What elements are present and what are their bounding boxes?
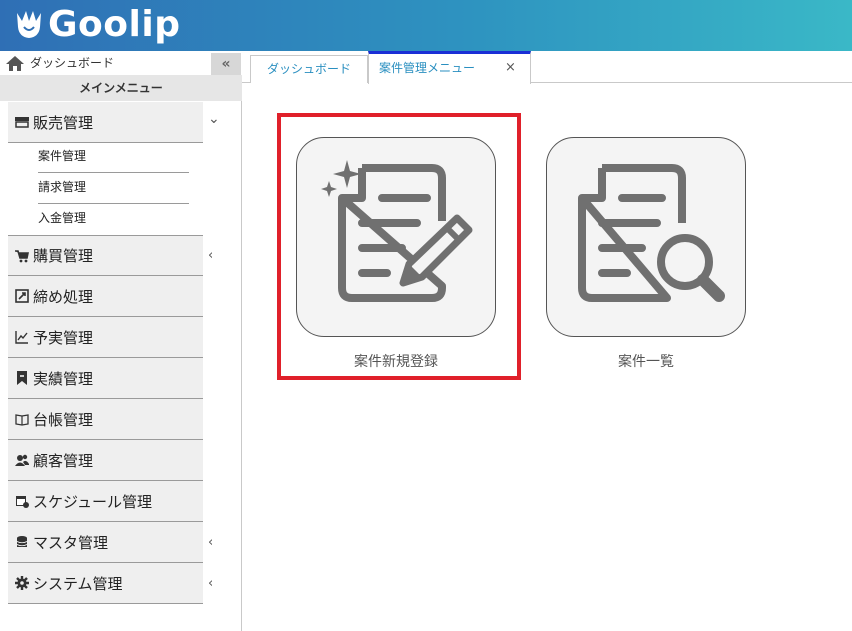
home-icon (6, 56, 24, 71)
sidebar-item-purchasing[interactable]: 購買管理 (8, 235, 203, 276)
sidebar-item-label: システム管理 (33, 574, 123, 593)
case-list-icon (578, 164, 725, 302)
sidebar-item-master[interactable]: マスタ管理 (8, 522, 203, 563)
sidebar-item-system[interactable]: システム管理 (8, 563, 203, 604)
chevron-down-icon: ⌄ (208, 111, 220, 127)
users-icon (15, 454, 29, 466)
sidebar-item-label: 台帳管理 (33, 410, 94, 429)
case-list-card[interactable] (546, 137, 746, 337)
chevron-left-icon: ‹ (208, 248, 214, 263)
sidebar-item-customers[interactable]: 顧客管理 (8, 440, 203, 481)
close-icon[interactable]: × (505, 54, 516, 82)
sidebar: ダッシュボード « メインメニュー 販売管理 ⌄ 案件管理 請求管理 入金管理 … (0, 51, 242, 631)
main-menu-heading: メインメニュー (0, 75, 242, 101)
cart-icon (15, 249, 29, 262)
chart-icon (15, 331, 28, 344)
tulip-logo-icon (17, 11, 41, 38)
tab-dashboard[interactable]: ダッシュボード (250, 55, 368, 83)
sidebar-item-label: 予実管理 (33, 328, 94, 347)
closing-icon (15, 289, 29, 303)
bookmark-icon (17, 371, 27, 385)
sidebar-item-closing[interactable]: 締め処理 (8, 276, 203, 317)
case-list-label: 案件一覧 (618, 354, 674, 370)
sidebar-item-results[interactable]: 実績管理 (8, 358, 203, 399)
sidebar-item-label: 締め処理 (33, 287, 94, 306)
sidebar-dashboard-row[interactable]: ダッシュボード « (0, 51, 242, 75)
sidebar-item-label: 実績管理 (33, 369, 94, 388)
sidebar-item-budget[interactable]: 予実管理 (8, 317, 203, 358)
new-case-icon (321, 160, 473, 302)
new-case-label: 案件新規登録 (354, 354, 438, 370)
sidebar-item-sales[interactable]: 販売管理 ⌄ (8, 102, 220, 143)
sidebar-item-label: マスタ管理 (33, 533, 109, 552)
gear-icon (15, 576, 29, 590)
chevron-left-icon: ‹ (208, 576, 214, 591)
logo[interactable]: Goolip (14, 3, 180, 47)
sidebar-item-label: 購買管理 (33, 247, 94, 265)
tab-label: 案件管理メニュー (379, 61, 476, 75)
sidebar-item-label: 顧客管理 (33, 451, 94, 470)
sidebar-item-schedule[interactable]: スケジュール管理 (8, 481, 203, 522)
sidebar-subitem-cases[interactable]: 案件管理 (38, 142, 189, 173)
store-icon (15, 117, 29, 128)
sidebar-item-label: 販売管理 (33, 113, 94, 132)
sidebar-subitem-payments[interactable]: 入金管理 (38, 204, 189, 235)
sidebar-item-ledger[interactable]: 台帳管理 (8, 399, 203, 440)
calendar-icon (16, 496, 29, 508)
logo-text: Goolip (48, 4, 181, 45)
database-icon (16, 536, 28, 547)
tab-case-management-menu[interactable]: 案件管理メニュー × (368, 51, 531, 84)
app-header: Goolip (0, 0, 852, 51)
sidebar-subitem-billing[interactable]: 請求管理 (38, 173, 189, 204)
tab-bar: ダッシュボード 案件管理メニュー × (242, 51, 852, 84)
book-icon (15, 414, 29, 426)
new-case-card[interactable] (296, 137, 496, 337)
sidebar-collapse-button[interactable]: « (211, 53, 241, 75)
chevron-left-icon: ‹ (208, 535, 214, 550)
sidebar-item-label: スケジュール管理 (33, 492, 152, 511)
sidebar-dashboard-link[interactable]: ダッシュボード (30, 54, 114, 71)
